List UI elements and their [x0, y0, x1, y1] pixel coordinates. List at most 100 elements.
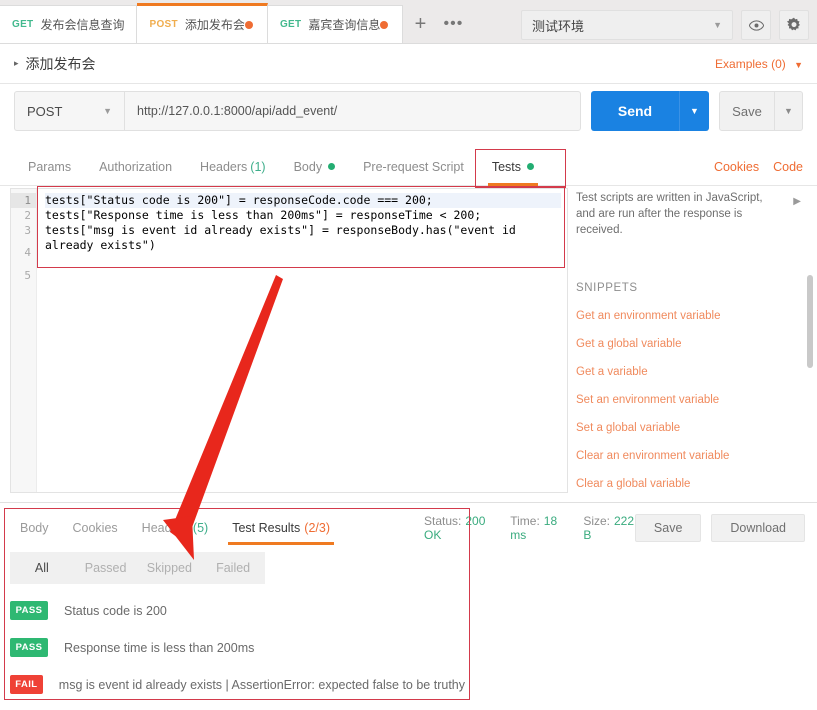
test-status-badge-1: PASS	[10, 638, 48, 657]
line-number-3: 3	[11, 223, 36, 238]
request-tab-label-1: 添加发布会	[185, 16, 245, 33]
request-tab-2[interactable]: GET 嘉宾查询信息	[268, 5, 403, 43]
response-tab-cookies-label: Cookies	[73, 521, 118, 535]
expand-caret-icon[interactable]: ▸	[14, 58, 19, 69]
postman-window: GET 发布会信息查询 POST 添加发布会 GET 嘉宾查询信息 + ••• …	[0, 0, 817, 710]
code-link[interactable]: Code	[773, 160, 803, 174]
response-tab-body[interactable]: Body	[8, 509, 61, 547]
url-input[interactable]: http://127.0.0.1:8000/api/add_event/	[124, 91, 581, 131]
line-number-1: 1	[11, 193, 36, 208]
help-description: Test scripts are written in JavaScript, …	[576, 190, 781, 238]
request-tab-label-0: 发布会信息查询	[40, 16, 124, 33]
test-result-row-0: PASS Status code is 200	[10, 592, 465, 629]
response-tab-headers-label: Headers	[142, 521, 189, 535]
snippet-clear-environment-variable[interactable]: Clear an environment variable	[576, 450, 801, 462]
status-badge: Status:200 OK	[424, 514, 492, 542]
code-line-2: tests["Response time is less than 200ms"…	[45, 208, 481, 222]
chevron-down-icon: ▼	[103, 106, 112, 116]
save-group: Save ▼	[719, 91, 803, 131]
gear-icon	[786, 17, 802, 33]
status-label: Status:	[424, 514, 461, 528]
tab-headers-label: Headers	[200, 160, 247, 174]
tab-headers[interactable]: Headers (1)	[186, 148, 280, 186]
line-number-4: 4	[11, 238, 36, 268]
snippets-scrollbar[interactable]	[807, 275, 813, 368]
tab-pre-request-script-label: Pre-request Script	[363, 160, 464, 174]
workspace-controls: 测试环境 ▼	[513, 10, 817, 43]
request-tab-method-1: POST	[149, 19, 177, 30]
tab-headers-count: (1)	[250, 160, 265, 174]
response-tab-test-results-count: (2/3)	[304, 521, 330, 535]
tab-authorization[interactable]: Authorization	[85, 148, 186, 186]
examples-dropdown[interactable]: Examples (0) ▼	[715, 57, 803, 71]
code-line-3: tests["msg is event id already exists"] …	[45, 223, 523, 252]
more-options-icon[interactable]: •••	[437, 5, 469, 43]
line-number-2: 2	[11, 208, 36, 223]
response-tab-headers-count: (5)	[193, 521, 208, 535]
editor-code-area[interactable]: tests["Status code is 200"] = responseCo…	[37, 189, 567, 492]
send-button[interactable]: Send	[591, 91, 679, 131]
response-actions: Save Download	[635, 514, 817, 542]
response-tab-test-results[interactable]: Test Results (2/3)	[220, 509, 342, 547]
request-tab-0[interactable]: GET 发布会信息查询	[0, 5, 137, 43]
unsaved-dot-icon-1	[245, 21, 253, 29]
download-response-button[interactable]: Download	[711, 514, 805, 542]
chevron-down-icon: ▼	[794, 60, 803, 70]
test-status-badge-0: PASS	[10, 601, 48, 620]
response-tab-cookies[interactable]: Cookies	[61, 509, 130, 547]
snippet-get-global-variable[interactable]: Get a global variable	[576, 338, 801, 350]
snippets-title: SNIPPETS	[576, 282, 801, 294]
unsaved-dot-icon-2	[380, 21, 388, 29]
response-tab-body-label: Body	[20, 521, 49, 535]
cookies-link[interactable]: Cookies	[714, 160, 759, 174]
request-tab-label-2: 嘉宾查询信息	[308, 16, 380, 33]
snippet-clear-global-variable[interactable]: Clear a global variable	[576, 478, 801, 490]
filter-passed[interactable]: Passed	[74, 561, 138, 575]
snippet-set-global-variable[interactable]: Set a global variable	[576, 422, 801, 434]
editor-gutter: 1 2 3 4 5	[11, 189, 37, 492]
time-label: Time:	[510, 514, 540, 528]
page-title: 添加发布会	[26, 54, 96, 74]
body-filled-dot-icon	[328, 163, 335, 170]
new-tab-button[interactable]: +	[403, 5, 437, 43]
test-result-text-1: Response time is less than 200ms	[64, 641, 254, 655]
test-result-filters: All Passed Skipped Failed	[10, 552, 265, 584]
save-response-button[interactable]: Save	[635, 514, 702, 542]
test-status-badge-2: FAIL	[10, 675, 43, 694]
filter-failed[interactable]: Failed	[201, 561, 265, 575]
test-result-row-1: PASS Response time is less than 200ms	[10, 629, 465, 666]
snippet-get-environment-variable[interactable]: Get an environment variable	[576, 310, 801, 322]
size-label: Size:	[583, 514, 610, 528]
response-tab-headers[interactable]: Headers (5)	[130, 509, 221, 547]
examples-label: Examples (0)	[715, 57, 786, 71]
http-method-select[interactable]: POST ▼	[14, 91, 124, 131]
request-title-row: ▸ 添加发布会 Examples (0) ▼	[0, 44, 817, 84]
chevron-down-icon: ▼	[713, 20, 722, 30]
save-request-button[interactable]: Save	[719, 91, 775, 131]
snippet-get-variable[interactable]: Get a variable	[576, 366, 801, 378]
request-section-tabs: Params Authorization Headers (1) Body Pr…	[0, 148, 817, 186]
tab-tests[interactable]: Tests	[478, 148, 548, 186]
environment-select[interactable]: 测试环境 ▼	[521, 10, 733, 40]
send-options-caret-icon[interactable]: ▼	[679, 91, 709, 131]
tab-pre-request-script[interactable]: Pre-request Script	[349, 148, 478, 186]
tests-script-editor[interactable]: 1 2 3 4 5 tests["Status code is 200"] = …	[10, 188, 568, 493]
tests-filled-dot-icon	[527, 163, 534, 170]
time-badge: Time:18 ms	[510, 514, 565, 542]
test-results-list: PASS Status code is 200 PASS Response ti…	[10, 592, 465, 703]
snippet-set-environment-variable[interactable]: Set an environment variable	[576, 394, 801, 406]
request-tab-1[interactable]: POST 添加发布会	[137, 3, 267, 43]
response-tab-test-results-label: Test Results	[232, 521, 300, 535]
http-method-value: POST	[27, 104, 62, 119]
tab-body-label: Body	[294, 160, 323, 174]
settings-button[interactable]	[779, 10, 809, 40]
filter-all[interactable]: All	[10, 561, 74, 575]
environment-quick-look-button[interactable]	[741, 10, 771, 40]
filter-skipped[interactable]: Skipped	[138, 561, 202, 575]
collapse-help-caret-icon[interactable]: ▶	[793, 196, 801, 207]
tab-params[interactable]: Params	[14, 148, 85, 186]
response-divider	[0, 502, 817, 503]
request-links: Cookies Code	[714, 160, 817, 174]
tab-body[interactable]: Body	[280, 148, 350, 186]
save-options-caret-icon[interactable]: ▼	[775, 91, 803, 131]
